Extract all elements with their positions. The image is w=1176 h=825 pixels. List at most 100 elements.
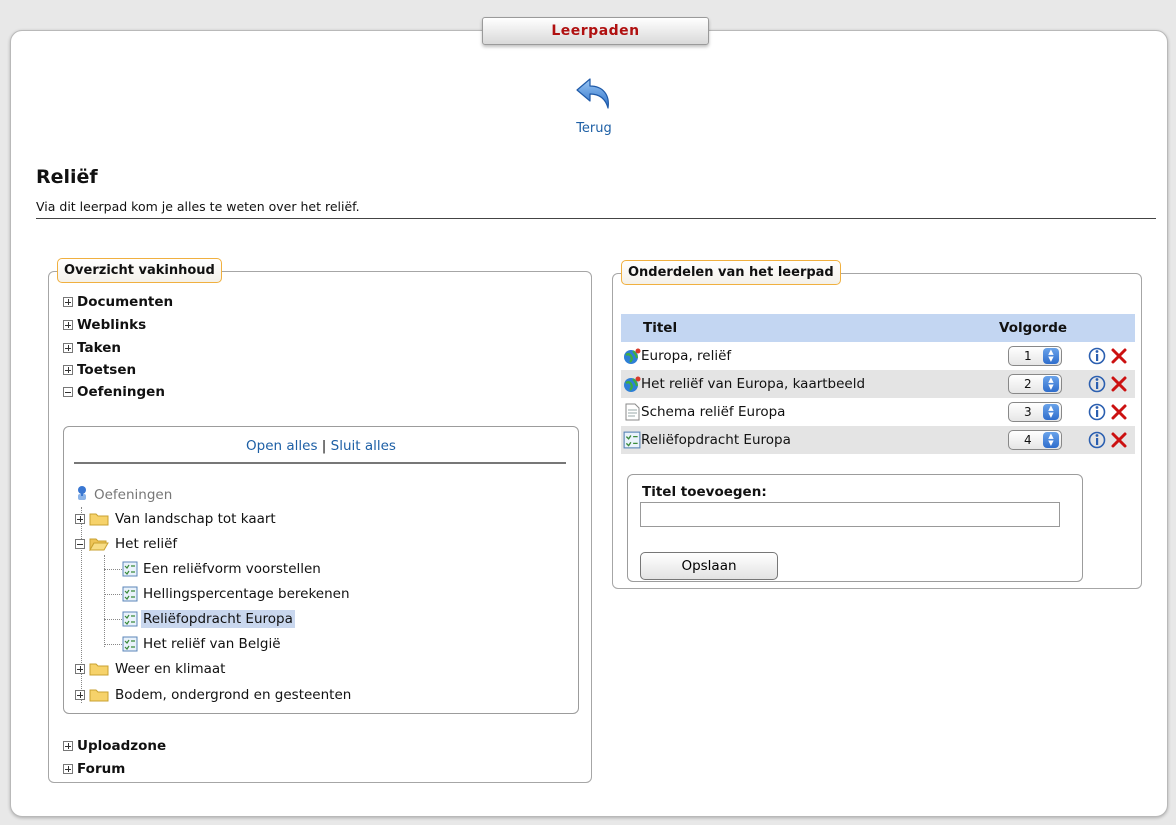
exercise-icon bbox=[122, 636, 138, 652]
tree-controls: Open alles | Sluit alles bbox=[64, 438, 578, 454]
tree-root-oefeningen[interactable]: Oefeningen bbox=[74, 484, 174, 506]
tree-controls-separator: | bbox=[321, 438, 327, 454]
tree-line bbox=[104, 594, 122, 595]
back-label: Terug bbox=[576, 121, 612, 136]
tree-item-het-relief-van-belgie[interactable]: Het reliëf van België bbox=[122, 635, 283, 653]
order-select[interactable]: 1 ▲ ▼ bbox=[1008, 346, 1062, 366]
learning-path-parts-legend: Onderdelen van het leerpad bbox=[621, 260, 841, 285]
expand-icon bbox=[63, 365, 73, 375]
tree-line bbox=[104, 619, 122, 620]
tree-item-label: Een reliëfvorm voorstellen bbox=[143, 561, 321, 577]
exercise-icon bbox=[122, 586, 138, 602]
category-taken[interactable]: Taken bbox=[63, 340, 121, 356]
expand-icon[interactable] bbox=[75, 690, 85, 700]
table-row: Reliëfopdracht Europa 4 ▲ ▼ bbox=[621, 426, 1135, 454]
collapse-icon[interactable] bbox=[75, 539, 85, 549]
tree-item-reliefopdracht-europa[interactable]: Reliëfopdracht Europa bbox=[122, 610, 295, 628]
category-documenten[interactable]: Documenten bbox=[63, 294, 173, 310]
part-title: Reliëfopdracht Europa bbox=[623, 431, 791, 449]
delete-icon[interactable] bbox=[1109, 402, 1129, 422]
category-toetsen[interactable]: Toetsen bbox=[63, 362, 136, 378]
info-icon[interactable] bbox=[1088, 430, 1106, 450]
back-button[interactable]: Terug bbox=[563, 75, 625, 136]
exercises-root-icon bbox=[74, 484, 92, 506]
folder-icon bbox=[89, 512, 109, 526]
info-icon[interactable] bbox=[1088, 402, 1106, 422]
category-label: Toetsen bbox=[77, 362, 137, 378]
table-row: Het reliëf van Europa, kaartbeeld 2 ▲ ▼ bbox=[621, 370, 1135, 398]
expand-icon bbox=[63, 320, 73, 330]
back-arrow-icon bbox=[574, 78, 614, 119]
category-label: Documenten bbox=[77, 294, 174, 310]
order-select[interactable]: 3 ▲ ▼ bbox=[1008, 402, 1062, 422]
parts-table-header: Titel Volgorde bbox=[621, 314, 1135, 342]
page-description: Via dit leerpad kom je alles te weten ov… bbox=[36, 199, 360, 214]
tree-folder-van-landschap-tot-kaart[interactable]: Van landschap tot kaart bbox=[75, 510, 278, 528]
info-icon[interactable] bbox=[1088, 374, 1106, 394]
expand-icon[interactable] bbox=[75, 514, 85, 524]
tree-folder-label: Het reliëf bbox=[115, 536, 178, 552]
tree-folder-bodem-ondergrond-en-gesteenten[interactable]: Bodem, ondergrond en gesteenten bbox=[75, 686, 353, 704]
category-weblinks[interactable]: Weblinks bbox=[63, 317, 146, 333]
column-header-order: Volgorde bbox=[999, 320, 1068, 336]
open-folder-icon bbox=[89, 537, 109, 551]
collapse-icon bbox=[63, 387, 73, 397]
stepper-arrows-icon: ▲ ▼ bbox=[1043, 376, 1059, 392]
tree-item-een-reliefvorm-voorstellen[interactable]: Een reliëfvorm voorstellen bbox=[122, 560, 323, 578]
category-forum[interactable]: Forum bbox=[63, 761, 125, 777]
category-label: Oefeningen bbox=[77, 384, 165, 400]
course-content-legend: Overzicht vakinhoud bbox=[57, 258, 222, 283]
delete-icon[interactable] bbox=[1109, 374, 1129, 394]
order-select-value: 4 bbox=[1024, 433, 1032, 447]
tree-folder-label: Weer en klimaat bbox=[115, 661, 226, 677]
tree-item-label: Reliëfopdracht Europa bbox=[141, 610, 295, 628]
tree-item-hellingspercentage-berekenen[interactable]: Hellingspercentage berekenen bbox=[122, 585, 352, 603]
tree-line bbox=[104, 644, 122, 645]
tree-item-label: Hellingspercentage berekenen bbox=[143, 586, 350, 602]
part-title-label: Schema reliëf Europa bbox=[641, 404, 786, 420]
expand-icon bbox=[63, 741, 73, 751]
delete-icon[interactable] bbox=[1109, 430, 1129, 450]
title-divider bbox=[36, 218, 1156, 219]
expand-icon bbox=[63, 343, 73, 353]
category-label: Uploadzone bbox=[77, 738, 167, 754]
course-content-panel: Overzicht vakinhoud Documenten Weblinks … bbox=[48, 258, 592, 783]
part-title-label: Europa, reliëf bbox=[641, 348, 732, 364]
category-label: Forum bbox=[77, 761, 126, 777]
tree-folder-weer-en-klimaat[interactable]: Weer en klimaat bbox=[75, 660, 227, 678]
add-title-box: Titel toevoegen: Opslaan bbox=[627, 474, 1083, 582]
page-header-tab: Leerpaden bbox=[482, 17, 709, 45]
folder-icon bbox=[89, 688, 109, 702]
close-all-link[interactable]: Sluit alles bbox=[331, 438, 396, 454]
expand-icon bbox=[63, 764, 73, 774]
category-uploadzone[interactable]: Uploadzone bbox=[63, 738, 166, 754]
part-title: Schema reliëf Europa bbox=[623, 403, 785, 421]
category-label: Taken bbox=[77, 340, 121, 356]
table-row: Europa, reliëf 1 ▲ ▼ bbox=[621, 342, 1135, 370]
tree-item-label: Het reliëf van België bbox=[143, 636, 281, 652]
exercise-icon bbox=[122, 611, 138, 627]
tree-folder-label: Bodem, ondergrond en gesteenten bbox=[115, 687, 352, 703]
order-select[interactable]: 4 ▲ ▼ bbox=[1008, 430, 1062, 450]
stepper-arrows-icon: ▲ ▼ bbox=[1043, 404, 1059, 420]
learning-path-parts-panel: Onderdelen van het leerpad Titel Volgord… bbox=[612, 260, 1142, 589]
part-title: Europa, reliëf bbox=[623, 347, 731, 365]
category-label: Weblinks bbox=[77, 317, 147, 333]
exercise-icon bbox=[122, 561, 138, 577]
save-button[interactable]: Opslaan bbox=[640, 552, 778, 580]
tree-line bbox=[104, 569, 122, 570]
order-select[interactable]: 2 ▲ ▼ bbox=[1008, 374, 1062, 394]
tree-controls-divider bbox=[74, 462, 566, 464]
delete-icon[interactable] bbox=[1109, 346, 1129, 366]
stepper-arrows-icon: ▲ ▼ bbox=[1043, 348, 1059, 364]
category-oefeningen[interactable]: Oefeningen bbox=[63, 384, 165, 400]
open-all-link[interactable]: Open alles bbox=[246, 438, 317, 454]
expand-icon[interactable] bbox=[75, 664, 85, 674]
page-title: Reliëf bbox=[36, 166, 98, 188]
tree-folder-het-relief[interactable]: Het reliëf bbox=[75, 535, 179, 553]
info-icon[interactable] bbox=[1088, 346, 1106, 366]
part-title-label: Het reliëf van Europa, kaartbeeld bbox=[641, 376, 866, 392]
add-title-input[interactable] bbox=[640, 502, 1060, 527]
exercise-tree-box: Open alles | Sluit alles Oefeningen Van … bbox=[63, 426, 579, 714]
stepper-arrows-icon: ▲ ▼ bbox=[1043, 432, 1059, 448]
